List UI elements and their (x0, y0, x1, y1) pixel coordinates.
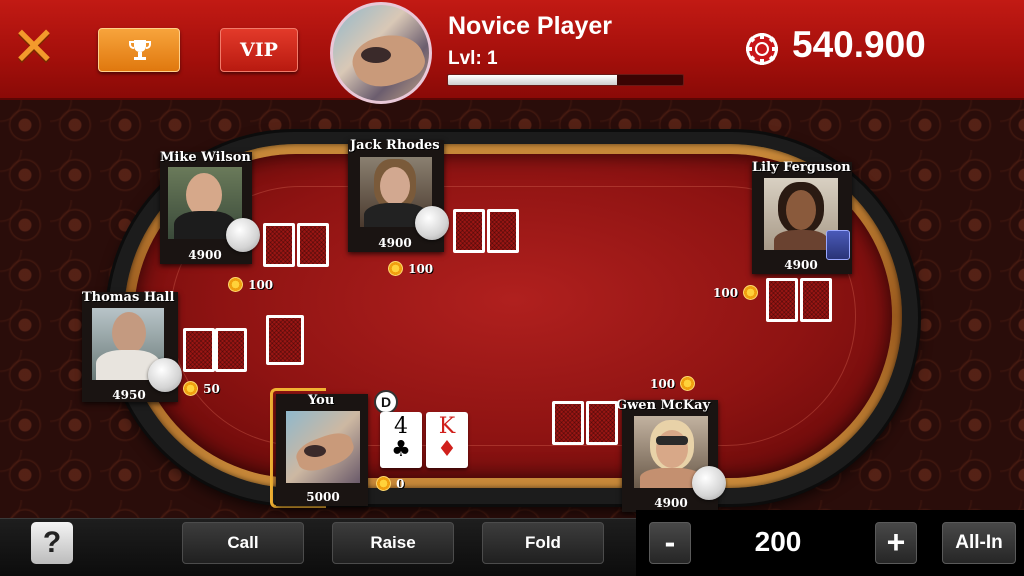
chip-icon (228, 277, 243, 292)
hole-card-2: K ♦ (426, 412, 468, 468)
player-level: Lvl: 1 (448, 48, 498, 69)
chip-icon (376, 476, 391, 491)
dealer-button: D (374, 390, 398, 414)
trophy-button[interactable] (98, 28, 180, 72)
seat-name: Lily Ferguson (752, 160, 851, 175)
avatar (286, 411, 360, 483)
player-name: Novice Player (448, 12, 612, 40)
hole-card-back (215, 328, 247, 372)
hole-card-back (800, 278, 832, 322)
deck-card (266, 315, 304, 365)
chip-icon (743, 285, 759, 300)
hole-card-back (183, 328, 215, 372)
bet-amount: 0 (376, 473, 404, 491)
xp-progress-bar (447, 74, 684, 86)
status-indicator (415, 206, 449, 240)
fold-button[interactable]: Fold (482, 522, 604, 564)
hole-card-back (297, 223, 329, 267)
status-indicator (692, 466, 726, 500)
player-avatar[interactable] (330, 2, 432, 104)
hole-card-back (453, 209, 485, 253)
chip-icon (183, 381, 198, 396)
close-icon[interactable]: ✕ (8, 20, 60, 74)
status-indicator (226, 218, 260, 252)
hole-card-1: 4 ♣ (380, 412, 422, 468)
hole-card-back (586, 401, 618, 445)
bet-amount: 100 (228, 274, 273, 292)
poker-chip-icon (746, 33, 778, 65)
hole-card-back (263, 223, 295, 267)
chip-stack: 4950 (112, 388, 146, 402)
trophy-icon (129, 40, 151, 60)
increase-bet-button[interactable]: + (875, 522, 917, 564)
seat-name: Mike Wilson (160, 150, 251, 165)
chip-icon (680, 376, 696, 391)
bet-amount-value: 200 (754, 526, 802, 557)
all-in-button[interactable]: All-In (942, 522, 1016, 564)
seat-name: Gwen McKay (616, 398, 711, 413)
raise-button[interactable]: Raise (332, 522, 454, 564)
bet-amount: 50 (183, 378, 220, 396)
chips-balance: 540.900 (792, 24, 926, 65)
bet-amount: 100 (388, 258, 433, 276)
chip-stack: 5000 (306, 490, 340, 504)
chip-stack: 4900 (188, 248, 222, 262)
chip-stack: 4900 (784, 258, 818, 272)
seat-name: Jack Rhodes (350, 138, 440, 153)
seat-name: Thomas Hall (82, 290, 175, 305)
decrease-bet-button[interactable]: - (649, 522, 691, 564)
xp-progress-fill (448, 75, 618, 85)
player-badge-icon (826, 230, 850, 260)
status-indicator (148, 358, 182, 392)
hole-card-back (552, 401, 584, 445)
hole-card-back (487, 209, 519, 253)
chip-icon (388, 261, 403, 276)
help-button[interactable]: ? (31, 522, 73, 564)
chip-stack: 4900 (654, 496, 688, 510)
vip-button[interactable]: VIP (220, 28, 298, 72)
hole-card-back (766, 278, 798, 322)
seat-name: You (308, 393, 335, 408)
bet-amount: 100 (713, 282, 759, 300)
chip-stack: 4900 (378, 236, 412, 250)
call-button[interactable]: Call (182, 522, 304, 564)
bet-amount: 100 (650, 373, 696, 391)
